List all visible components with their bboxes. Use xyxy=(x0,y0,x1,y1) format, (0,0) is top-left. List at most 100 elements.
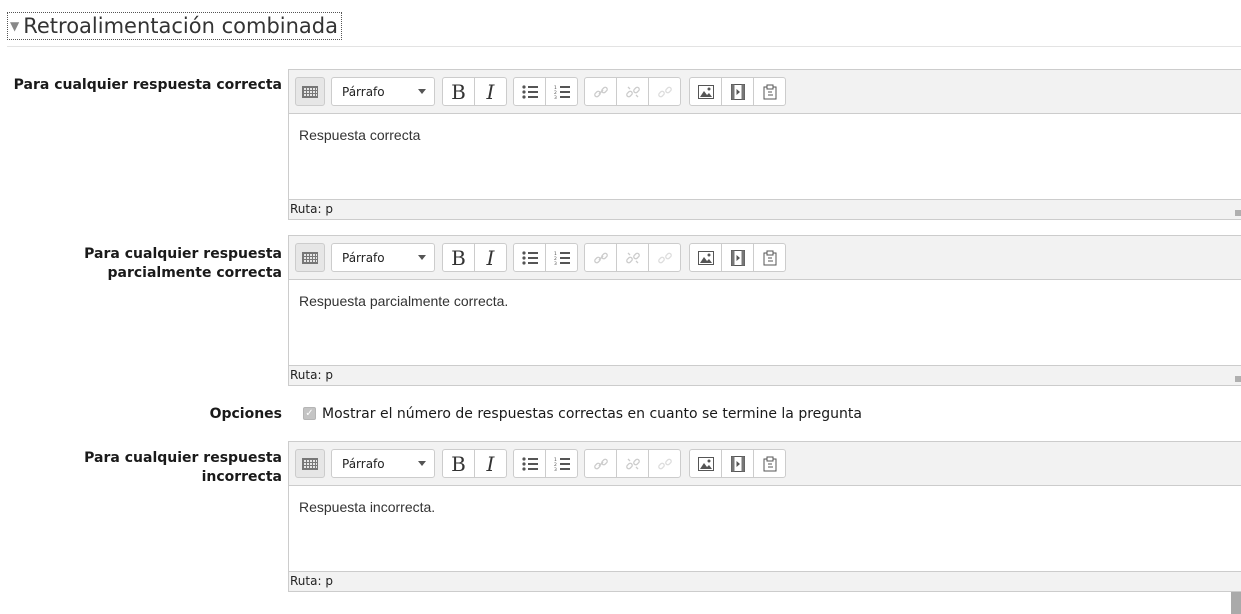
paste-button[interactable] xyxy=(753,77,786,106)
image-icon xyxy=(697,456,714,471)
anchor-button[interactable] xyxy=(648,77,681,106)
editor-toolbar: Párrafo B I 123 xyxy=(289,70,1241,114)
incorrect-feedback-editor: Párrafo B I 123 Respuesta incorrecta. Ru… xyxy=(288,441,1241,592)
paragraph-format-select[interactable]: Párrafo xyxy=(331,449,435,478)
insert-media-button[interactable] xyxy=(721,449,754,478)
ordered-list-button[interactable]: 123 xyxy=(545,449,578,478)
media-icon xyxy=(730,455,745,472)
unordered-list-icon xyxy=(521,456,538,471)
unlink-button[interactable] xyxy=(616,77,649,106)
content-area[interactable]: Respuesta parcialmente correcta. xyxy=(289,280,1241,365)
resize-grip-icon[interactable] xyxy=(1235,210,1241,216)
link-icon xyxy=(593,458,608,469)
unlink-icon xyxy=(625,252,640,263)
unlink-icon xyxy=(625,458,640,469)
anchor-icon xyxy=(657,86,672,97)
incorrect-feedback-label: Para cualquier respuesta incorrecta xyxy=(84,450,282,485)
link-button[interactable] xyxy=(584,243,617,272)
partial-feedback-label: Para cualquier respuesta parcialmente co… xyxy=(84,246,282,281)
editor-toolbar: Párrafo B I 123 xyxy=(289,236,1241,280)
link-icon xyxy=(593,252,608,263)
paste-icon xyxy=(763,456,776,471)
image-icon xyxy=(697,84,714,99)
show-more-icon xyxy=(302,457,318,470)
svg-text:3: 3 xyxy=(554,261,557,265)
link-button[interactable] xyxy=(584,77,617,106)
ordered-list-button[interactable]: 123 xyxy=(545,77,578,106)
correct-feedback-editor: Párrafo B I 123 Respuesta correcta Ruta:… xyxy=(288,69,1241,220)
show-more-button[interactable] xyxy=(295,243,325,272)
insert-media-button[interactable] xyxy=(721,77,754,106)
unordered-list-button[interactable] xyxy=(513,449,546,478)
paste-icon xyxy=(763,84,776,99)
dropdown-arrow-icon xyxy=(418,255,426,260)
link-icon xyxy=(593,86,608,97)
partial-feedback-editor: Párrafo B I 123 Respuesta parcialmente c… xyxy=(288,235,1241,386)
status-bar: Ruta: p xyxy=(289,365,1241,385)
show-more-icon xyxy=(302,85,318,98)
paste-icon xyxy=(763,250,776,265)
insert-image-button[interactable] xyxy=(689,449,722,478)
unlink-button[interactable] xyxy=(616,243,649,272)
svg-text:3: 3 xyxy=(554,467,557,471)
bold-button[interactable]: B xyxy=(442,449,475,478)
ordered-list-icon: 123 xyxy=(554,251,570,265)
correct-feedback-label: Para cualquier respuesta correcta xyxy=(13,77,282,93)
unordered-list-icon xyxy=(521,84,538,99)
show-more-button[interactable] xyxy=(295,449,325,478)
element-path: Ruta: p xyxy=(290,202,333,216)
status-bar: Ruta: p xyxy=(289,571,1241,591)
element-path: Ruta: p xyxy=(290,574,333,588)
show-correct-count-checkbox[interactable]: ✓ xyxy=(303,407,316,420)
media-icon xyxy=(730,83,745,100)
status-bar: Ruta: p xyxy=(289,199,1241,219)
insert-image-button[interactable] xyxy=(689,77,722,106)
anchor-icon xyxy=(657,252,672,263)
resize-grip-icon[interactable] xyxy=(1231,592,1241,614)
bold-icon: B xyxy=(451,451,466,476)
dropdown-arrow-icon xyxy=(418,89,426,94)
paragraph-format-select[interactable]: Párrafo xyxy=(331,243,435,272)
insert-media-button[interactable] xyxy=(721,243,754,272)
unordered-list-icon xyxy=(521,250,538,265)
anchor-icon xyxy=(657,458,672,469)
resize-grip-icon[interactable] xyxy=(1235,376,1241,382)
insert-image-button[interactable] xyxy=(689,243,722,272)
svg-text:3: 3 xyxy=(554,95,557,99)
ordered-list-icon: 123 xyxy=(554,457,570,471)
section-toggle[interactable]: ▼ Retroalimentación combinada xyxy=(7,12,342,40)
collapse-caret-icon: ▼ xyxy=(10,19,20,33)
unlink-icon xyxy=(625,86,640,97)
paragraph-format-select[interactable]: Párrafo xyxy=(331,77,435,106)
paste-button[interactable] xyxy=(753,449,786,478)
link-button[interactable] xyxy=(584,449,617,478)
options-label: Opciones xyxy=(209,406,282,422)
italic-button[interactable]: I xyxy=(474,449,507,478)
italic-icon: I xyxy=(486,245,495,270)
content-area[interactable]: Respuesta correcta xyxy=(289,114,1241,199)
bold-icon: B xyxy=(451,79,466,104)
media-icon xyxy=(730,249,745,266)
ordered-list-icon: 123 xyxy=(554,85,570,99)
dropdown-arrow-icon xyxy=(418,461,426,466)
italic-button[interactable]: I xyxy=(474,243,507,272)
show-correct-count-label[interactable]: Mostrar el número de respuestas correcta… xyxy=(322,406,862,422)
section-title: Retroalimentación combinada xyxy=(23,14,338,38)
show-more-button[interactable] xyxy=(295,77,325,106)
unlink-button[interactable] xyxy=(616,449,649,478)
italic-button[interactable]: I xyxy=(474,77,507,106)
anchor-button[interactable] xyxy=(648,243,681,272)
paste-button[interactable] xyxy=(753,243,786,272)
bold-button[interactable]: B xyxy=(442,77,475,106)
anchor-button[interactable] xyxy=(648,449,681,478)
show-more-icon xyxy=(302,251,318,264)
section-divider xyxy=(7,46,1241,47)
italic-icon: I xyxy=(486,451,495,476)
content-area[interactable]: Respuesta incorrecta. xyxy=(289,486,1241,571)
bold-icon: B xyxy=(451,245,466,270)
bold-button[interactable]: B xyxy=(442,243,475,272)
unordered-list-button[interactable] xyxy=(513,243,546,272)
unordered-list-button[interactable] xyxy=(513,77,546,106)
ordered-list-button[interactable]: 123 xyxy=(545,243,578,272)
italic-icon: I xyxy=(486,79,495,104)
